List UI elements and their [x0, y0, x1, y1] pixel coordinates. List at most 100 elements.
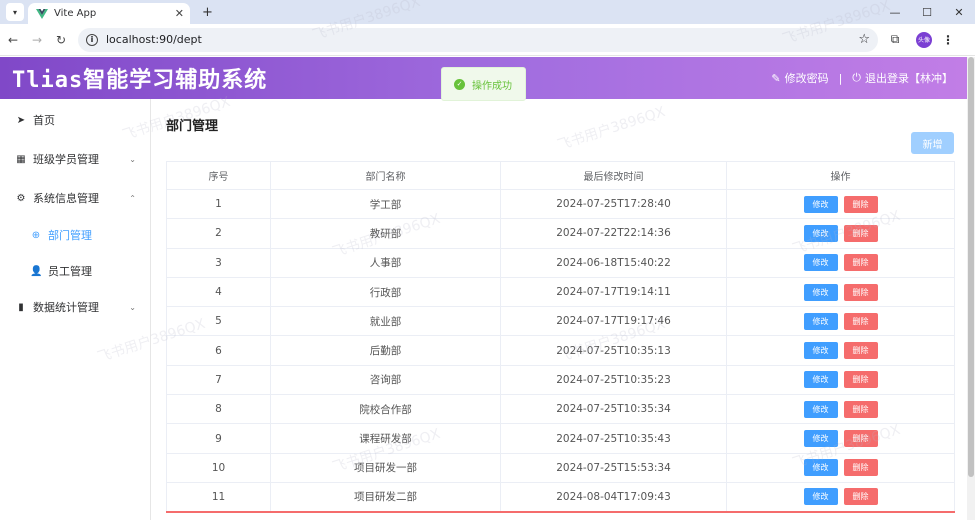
edit-button[interactable]: 修改: [803, 283, 838, 301]
cell-actions: 修改 删除: [726, 481, 955, 513]
edit-button[interactable]: 修改: [803, 342, 838, 360]
table-row: 5 就业部 2024-07-17T19:17:46 修改 删除: [166, 306, 955, 337]
sidebar-item-home[interactable]: ➤ 首页: [0, 110, 150, 130]
header-separator: |: [838, 71, 843, 85]
cell-dept-name: 学工部: [270, 188, 501, 220]
reload-icon[interactable]: ↻: [50, 33, 72, 47]
send-icon: ➤: [16, 114, 26, 126]
sidebar-item-label: 员工管理: [48, 265, 92, 278]
site-info-icon[interactable]: i: [86, 33, 98, 46]
table-row: 6 后勤部 2024-07-25T10:35:13 修改 删除: [166, 335, 955, 366]
tab-title: Vite App: [54, 8, 97, 19]
edit-button[interactable]: 修改: [803, 312, 838, 330]
delete-button[interactable]: 删除: [843, 312, 878, 330]
sidebar-item-label: 首页: [33, 114, 55, 127]
cell-dept-name: 行政部: [270, 276, 501, 308]
close-window-icon[interactable]: ✕: [943, 6, 975, 19]
cell-dept-name: 咨询部: [270, 364, 501, 396]
sidebar-item-class-students[interactable]: ▦ 班级学员管理 ⌄: [0, 149, 150, 169]
delete-button[interactable]: 删除: [843, 254, 878, 272]
cell-update-time: 2024-07-17T19:17:46: [500, 306, 727, 337]
extensions-icon[interactable]: ⧉: [884, 32, 906, 47]
delete-button[interactable]: 删除: [843, 224, 878, 242]
delete-button[interactable]: 删除: [843, 488, 878, 506]
url-field[interactable]: i localhost:90/dept ☆: [78, 27, 878, 52]
sidebar-item-label: 数据统计管理: [33, 301, 99, 314]
delete-button[interactable]: 删除: [843, 459, 878, 477]
table-row: 3 人事部 2024-06-18T15:40:22 修改 删除: [166, 247, 955, 278]
back-icon[interactable]: ←: [2, 33, 24, 47]
edit-button[interactable]: 修改: [803, 430, 838, 448]
sidebar-item-employee[interactable]: 👤 员工管理: [0, 261, 150, 281]
chevron-up-icon: ⌃: [129, 193, 136, 203]
edit-button[interactable]: 修改: [803, 400, 838, 418]
delete-button[interactable]: 删除: [843, 371, 878, 389]
delete-button[interactable]: 删除: [843, 195, 878, 213]
browser-tab[interactable]: Vite App ✕: [28, 3, 190, 24]
sidebar-item-label: 系统信息管理: [33, 192, 99, 205]
cell-actions: 修改 删除: [726, 394, 955, 425]
sidebar-item-system-info[interactable]: ⚙ 系统信息管理 ⌃: [0, 188, 150, 208]
cell-update-time: 2024-07-17T19:14:11: [500, 276, 727, 308]
add-button[interactable]: 新增: [911, 132, 954, 154]
column-header: 操作: [726, 161, 955, 190]
cell-update-time: 2024-07-22T22:14:36: [500, 218, 727, 249]
cell-dept-name: 项目研发二部: [270, 481, 501, 513]
maximize-icon[interactable]: ☐: [911, 6, 943, 19]
sidebar-item-dept[interactable]: ⊕ 部门管理: [0, 225, 150, 245]
edit-button[interactable]: 修改: [803, 488, 838, 506]
cell-actions: 修改 删除: [726, 452, 955, 483]
gear-icon: ⚙: [16, 192, 26, 204]
cell-update-time: 2024-08-04T17:09:43: [500, 481, 727, 513]
cell-dept-name: 就业部: [270, 306, 501, 337]
cell-actions: 修改 删除: [726, 335, 955, 366]
chevron-down-icon: ⌄: [129, 302, 136, 312]
minimize-icon[interactable]: —: [879, 6, 911, 19]
header-actions: ✎ 修改密码 | ⏻ 退出登录【林冲】: [771, 70, 953, 86]
edit-button[interactable]: 修改: [803, 195, 838, 213]
table-row: 8 院校合作部 2024-07-25T10:35:34 修改 删除: [166, 394, 955, 425]
cell-no: 6: [166, 335, 271, 366]
cell-dept-name: 人事部: [270, 247, 501, 278]
delete-button[interactable]: 删除: [843, 430, 878, 448]
forward-icon[interactable]: →: [26, 33, 48, 47]
page-title: 部门管理: [166, 119, 219, 134]
change-password-link[interactable]: 修改密码: [785, 70, 829, 86]
sidebar-item-statistics[interactable]: ▮ 数据统计管理 ⌄: [0, 297, 150, 317]
table-row: 7 咨询部 2024-07-25T10:35:23 修改 删除: [166, 364, 955, 396]
edit-button[interactable]: 修改: [803, 224, 838, 242]
cell-no: 3: [166, 247, 271, 278]
table-row: 1 学工部 2024-07-25T17:28:40 修改 删除: [166, 188, 955, 220]
edit-button[interactable]: 修改: [803, 254, 838, 272]
delete-button[interactable]: 删除: [843, 342, 878, 360]
cell-update-time: 2024-07-25T10:35:23: [500, 364, 727, 396]
tab-list-dropdown-icon[interactable]: ▾: [6, 3, 24, 21]
sidebar-item-label: 部门管理: [48, 229, 92, 242]
cell-no: 1: [166, 188, 271, 220]
cell-actions: 修改 删除: [726, 188, 955, 220]
bookmark-star-icon[interactable]: ☆: [858, 32, 870, 47]
table-row: 2 教研部 2024-07-22T22:14:36 修改 删除: [166, 218, 955, 249]
sidebar: ➤ 首页 ▦ 班级学员管理 ⌄ ⚙ 系统信息管理 ⌃ ⊕ 部门管理 👤 员工管理…: [0, 99, 151, 520]
table-row: 11 项目研发二部 2024-08-04T17:09:43 修改 删除: [166, 481, 955, 513]
logout-link[interactable]: 退出登录【林冲】: [865, 70, 953, 86]
sidebar-item-label: 班级学员管理: [33, 153, 99, 166]
profile-avatar[interactable]: 头像: [916, 31, 932, 48]
browser-menu-icon[interactable]: ⋮: [942, 33, 954, 47]
delete-button[interactable]: 删除: [843, 283, 878, 301]
delete-button[interactable]: 删除: [843, 400, 878, 418]
edit-button[interactable]: 修改: [803, 459, 838, 477]
new-tab-icon[interactable]: +: [202, 5, 213, 20]
cell-no: 10: [166, 452, 271, 483]
page-scrollbar[interactable]: [967, 57, 975, 520]
scrollbar-thumb[interactable]: [968, 57, 974, 477]
close-tab-icon[interactable]: ✕: [175, 7, 184, 20]
edit-button[interactable]: 修改: [803, 371, 838, 389]
cell-no: 11: [166, 481, 271, 513]
cell-dept-name: 项目研发一部: [270, 452, 501, 483]
cell-update-time: 2024-07-25T10:35:34: [500, 394, 727, 425]
cell-actions: 修改 删除: [726, 423, 955, 454]
url-text: localhost:90/dept: [106, 33, 202, 46]
grid-icon: ▦: [16, 153, 26, 165]
bar-chart-icon: ▮: [18, 301, 24, 313]
